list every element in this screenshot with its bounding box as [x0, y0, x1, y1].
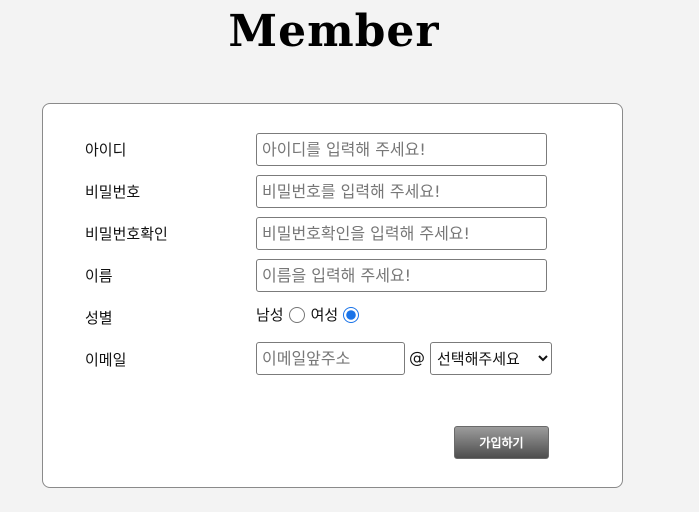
gender-radio-group: 남성 여성	[256, 304, 365, 325]
signup-submit-button[interactable]: 가입하기	[454, 426, 549, 459]
name-input[interactable]	[256, 259, 547, 292]
gender-male-radio[interactable]	[288, 306, 305, 323]
gender-female-radio[interactable]	[343, 306, 360, 323]
user-id-label: 아이디	[85, 141, 127, 159]
email-domain-select[interactable]: 선택해주세요	[430, 342, 552, 375]
member-signup-form: 아이디 비밀번호 비밀번호확인 이름 성별 남성 여성 이메일 @ 선택해주세요…	[42, 103, 623, 488]
user-id-input[interactable]	[256, 133, 547, 166]
password-label: 비밀번호	[85, 183, 141, 201]
gender-female-label: 여성	[310, 306, 339, 324]
gender-male-label: 남성	[256, 306, 284, 324]
gender-label: 성별	[85, 309, 113, 327]
name-label: 이름	[85, 267, 113, 285]
password-input[interactable]	[256, 175, 547, 208]
email-local-input[interactable]	[256, 342, 405, 375]
password-confirm-label: 비밀번호확인	[85, 225, 168, 243]
password-confirm-input[interactable]	[256, 217, 547, 250]
email-at-sign: @	[409, 348, 425, 367]
page-title: Member	[228, 6, 440, 57]
email-label: 이메일	[85, 351, 127, 369]
